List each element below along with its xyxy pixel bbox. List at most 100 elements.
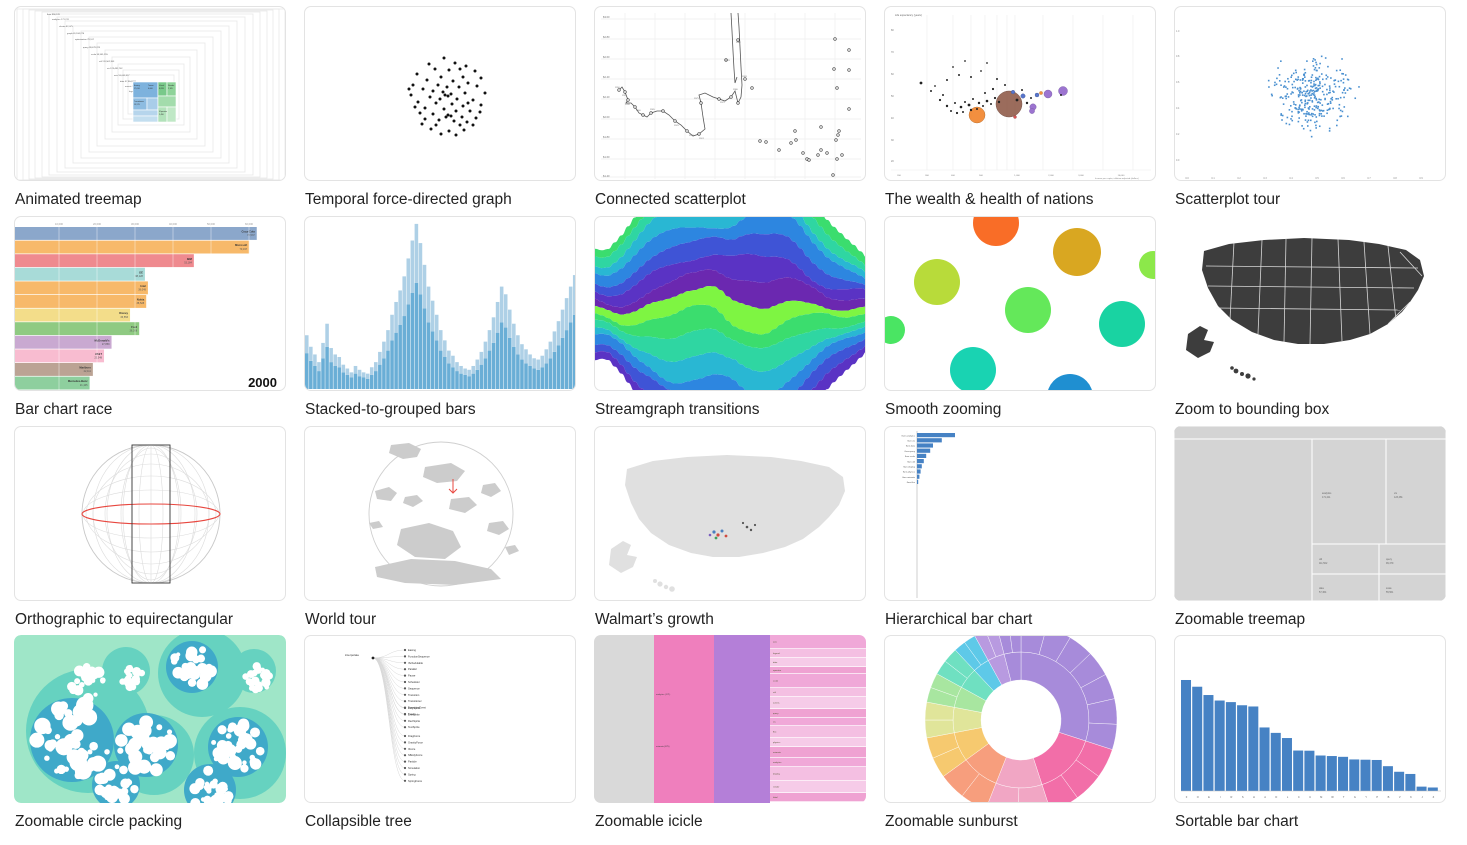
svg-text:36,368: 36,368 xyxy=(130,329,138,332)
caption-sortable-bar-chart: Sortable bar chart xyxy=(1175,813,1299,831)
thumbnail-hierarchical-bar-chart[interactable]: flare.analytics flare.vis flare.data flare.… xyxy=(884,425,1156,601)
svg-text:analytics: analytics xyxy=(1322,492,1332,495)
svg-text:171,211: 171,211 xyxy=(1322,496,1331,499)
svg-text:B: B xyxy=(1388,795,1390,799)
svg-text:T: T xyxy=(1343,795,1345,799)
thumbnail-zoomable-circle-packing[interactable] xyxy=(14,635,286,804)
svg-text:Coca-Cola: Coca-Cola xyxy=(241,229,255,233)
caption-smooth-zooming: Smooth zooming xyxy=(885,400,1002,418)
svg-text:70: 70 xyxy=(891,51,894,54)
svg-text:Intel: Intel xyxy=(140,284,146,288)
thumbnail-zoomable-treemap[interactable]: analytics 171,211 vis 123,481 util 111,502 … xyxy=(1174,425,1446,601)
svg-text:27,859: 27,859 xyxy=(102,343,110,346)
svg-text:50: 50 xyxy=(891,95,894,98)
caption-world-tour: World tour xyxy=(305,610,377,628)
svg-text:60,000: 60,000 xyxy=(245,222,253,226)
thumbnail-connected-scatterplot[interactable]: $3.00 $2.80 $2.60 $2.40 $2.20 $2.00 $1.80 $1… xyxy=(594,6,866,181)
streamgraph-viz xyxy=(595,216,865,390)
gallery-cell: World tour xyxy=(304,425,576,636)
svg-text:flare.display: flare.display xyxy=(903,465,916,468)
svg-text:0.4: 0.4 xyxy=(1176,107,1180,110)
gallery-cell: Walmart’s growth xyxy=(594,425,866,636)
svg-text:53,184: 53,184 xyxy=(184,261,192,264)
svg-text:LineSprite: LineSprite xyxy=(408,713,420,717)
thumbnail-wealth-health-of-nations[interactable]: Life expectancy (years) Income per capit… xyxy=(884,6,1156,181)
thumbnail-scatterplot-tour[interactable]: 1.0 0.8 0.6 0.4 0.2 0.0 0.0 0.1 0.2 0.3 0.4 0.… xyxy=(1174,6,1446,181)
thumbnail-streamgraph-transitions[interactable] xyxy=(594,215,866,391)
thumbnail-collapsible-tree[interactable]: Easing FunctionSequence ISchedulable Parall… xyxy=(304,635,576,804)
circle-packing-viz xyxy=(14,635,286,804)
thumbnail-smooth-zooming[interactable] xyxy=(884,215,1156,391)
svg-text:1,000: 1,000 xyxy=(1014,175,1020,177)
stacked-bars-viz xyxy=(305,223,575,389)
thumbnail-temporal-force-directed-graph[interactable] xyxy=(304,6,576,181)
zoomable-icicle-viz: axislegenddataoperatorscaleutileventsque… xyxy=(594,635,866,804)
svg-text:33,553: 33,553 xyxy=(120,316,128,319)
thumbnail-world-tour[interactable] xyxy=(304,425,576,601)
caption-hierarchical-bar-chart: Hierarchical bar chart xyxy=(885,610,1033,628)
svg-text:200: 200 xyxy=(897,175,901,177)
svg-text:L: L xyxy=(1287,795,1289,799)
gallery-cell: axis legend data operator scale util events que… xyxy=(594,635,866,845)
thumbnail-stacked-to-grouped-bars[interactable] xyxy=(304,215,576,391)
force-directed-graph-viz xyxy=(407,56,487,137)
gallery-cell: Easing FunctionSequence ISchedulable Parall… xyxy=(304,635,576,845)
svg-text:0.8: 0.8 xyxy=(1393,177,1397,180)
caption-wealth-health-of-nations: The wealth & health of nations xyxy=(885,191,1094,208)
thumbnail-orthographic-to-equirectangular[interactable] xyxy=(14,425,286,601)
thumbnail-bar-chart-race[interactable]: Coca-Cola 72,537 Microsoft 70,197 IBM 53,184 G… xyxy=(14,215,286,391)
svg-text:500: 500 xyxy=(979,175,983,177)
svg-text:2,000: 2,000 xyxy=(1048,175,1054,177)
caption-zoomable-circle-packing: Zoomable circle packing xyxy=(15,813,183,831)
svg-text:1979: 1979 xyxy=(720,102,725,104)
animated-treemap-viz: flare 956,129 analytics 171,211 cluster … xyxy=(16,8,285,180)
svg-text:$2.80: $2.80 xyxy=(603,35,610,39)
caption-temporal-force-directed-graph: Temporal force-directed graph xyxy=(305,191,512,208)
gallery-cell: flare 956,129 analytics 171,211 cluster … xyxy=(14,6,286,216)
svg-text:query 99,479,223: query 99,479,223 xyxy=(83,46,101,49)
svg-text:Life expectancy (years): Life expectancy (years) xyxy=(895,13,922,17)
svg-text:F: F xyxy=(1186,795,1188,799)
globe-graticule-viz xyxy=(81,444,221,583)
svg-text:70,197: 70,197 xyxy=(239,248,247,251)
caption-orthographic-to-equirectangular: Orthographic to equirectangular xyxy=(15,610,233,628)
svg-text:38,528: 38,528 xyxy=(137,302,145,305)
gallery-cell: F O E I R S H A D L C U M W T G Y P B V K J Z Sortable bar cha… xyxy=(1174,635,1446,845)
gallery-cell: 1.0 0.8 0.6 0.4 0.2 0.0 0.0 0.1 0.2 0.3 0.4 0.… xyxy=(1174,6,1446,216)
us-map-light-viz xyxy=(609,454,845,592)
svg-text:Marlboro: Marlboro xyxy=(79,365,91,369)
sortable-bar-chart-viz: FOEIRSHADLCUMWTGYPBVKJZ xyxy=(1181,680,1441,799)
svg-text:graph 61,184,276: graph 61,184,276 xyxy=(67,32,85,35)
svg-text:1958: 1958 xyxy=(625,104,630,106)
svg-text:55,561: 55,561 xyxy=(1386,591,1394,594)
svg-text:19,975: 19,975 xyxy=(134,104,140,106)
svg-text:flare.animate: flare.animate xyxy=(902,475,915,478)
svg-text:Transitioner: Transitioner xyxy=(408,699,422,703)
svg-text:400: 400 xyxy=(951,175,955,177)
caption-zoom-to-bounding-box: Zoom to bounding box xyxy=(1175,400,1330,418)
svg-text:50,000: 50,000 xyxy=(207,222,215,226)
svg-text:20: 20 xyxy=(891,160,894,163)
svg-text:0.6: 0.6 xyxy=(1176,81,1180,84)
svg-text:40,000: 40,000 xyxy=(169,222,177,226)
svg-text:$3.00: $3.00 xyxy=(603,15,610,19)
svg-text:Nokia: Nokia xyxy=(137,297,145,301)
connected-scatterplot-viz: $3.00 $2.80 $2.60 $2.40 $2.20 $2.00 $1.80 $1… xyxy=(601,12,861,179)
thumbnail-zoomable-icicle[interactable]: axis legend data operator scale util events que… xyxy=(594,635,866,804)
svg-text:0.0: 0.0 xyxy=(1185,177,1189,180)
svg-text:IForce: IForce xyxy=(408,747,416,751)
svg-text:Scheduler: Scheduler xyxy=(408,680,420,684)
svg-text:2,490: 2,490 xyxy=(159,114,164,116)
thumbnail-zoom-to-bounding-box[interactable] xyxy=(1174,215,1446,391)
svg-text:AT&T: AT&T xyxy=(95,352,102,356)
svg-text:Income per capita, inflation-a: Income per capita, inflation-adjusted (d… xyxy=(1095,177,1139,180)
thumbnail-walmarts-growth[interactable] xyxy=(594,425,866,601)
svg-text:0.1: 0.1 xyxy=(1211,177,1215,180)
thumbnail-animated-treemap[interactable]: flare 956,129 analytics 171,211 cluster … xyxy=(14,6,286,181)
svg-text:Easing: Easing xyxy=(408,648,416,652)
caption-stacked-to-grouped-bars: Stacked-to-grouped bars xyxy=(305,400,476,418)
thumbnail-sortable-bar-chart[interactable]: FOEIRSHADLCUMWTGYPBVKJZ xyxy=(1174,635,1446,804)
gallery-cell: flare.analytics flare.vis flare.data flare.… xyxy=(884,425,1156,636)
thumbnail-zoomable-sunburst[interactable] xyxy=(884,635,1156,804)
svg-text:Parallel: Parallel xyxy=(408,667,417,671)
